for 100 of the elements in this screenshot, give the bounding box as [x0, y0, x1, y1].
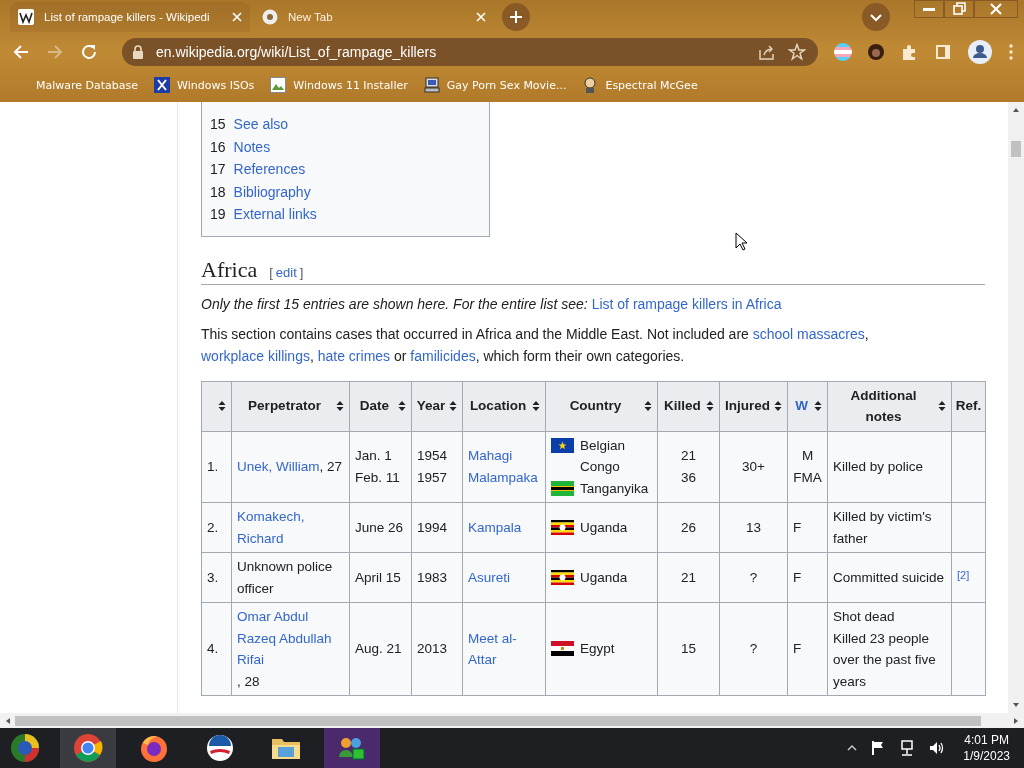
killed-count: 21	[680, 447, 697, 466]
toc-link[interactable]: References	[233, 158, 306, 181]
network-icon[interactable]	[899, 740, 916, 756]
browser-tab[interactable]: List of rampage killers - Wikipedi	[10, 2, 250, 32]
column-header[interactable]: Location	[462, 381, 546, 431]
toc-link[interactable]: Notes	[233, 135, 271, 158]
injured-count: 13	[746, 519, 761, 535]
article-link[interactable]: hate crimes	[317, 347, 391, 364]
chevron-up-icon[interactable]	[847, 744, 858, 752]
killed-count: 36	[680, 468, 697, 487]
person-icon	[582, 77, 599, 93]
notes-text: Committed suicide	[833, 568, 946, 587]
down-arrow-icon[interactable]	[1012, 702, 1020, 708]
toc-number: 19	[210, 205, 226, 224]
row-number: 1.	[207, 459, 219, 474]
column-header[interactable]: W	[787, 381, 828, 431]
country-name: Belgian Congo	[580, 436, 627, 476]
volume-icon[interactable]	[929, 740, 946, 756]
browser-tab[interactable]: New Tab	[254, 2, 494, 32]
sort-icon[interactable]	[398, 400, 406, 412]
hatnote-text: Only the first 15 entries are shown here. For the entire list see:	[201, 295, 588, 312]
reload-icon[interactable]	[80, 43, 98, 61]
toc-number: 16	[210, 137, 226, 157]
perpetrator-link[interactable]: Unek, William	[237, 456, 320, 478]
vertical-scrollbar[interactable]	[1008, 102, 1024, 713]
clock-date: 1/9/2023	[963, 748, 1010, 764]
bracket: [	[269, 264, 273, 280]
taskbar-app[interactable]	[60, 728, 116, 768]
sort-icon[interactable]	[774, 400, 782, 412]
toc-link[interactable]: Bibliography	[233, 180, 311, 203]
firefox-icon	[139, 733, 169, 763]
location-link[interactable]: Malampaka	[468, 466, 538, 489]
bookmark[interactable]: Windows ISOs	[154, 77, 255, 93]
share-icon[interactable]	[758, 44, 776, 60]
killed-count: 26	[680, 518, 697, 537]
notes-text: Killed by victim's father	[833, 508, 933, 548]
column-header[interactable]: Year	[411, 381, 463, 431]
sort-icon[interactable]	[336, 400, 344, 412]
bookmark[interactable]: Espectral McGee	[582, 77, 698, 93]
menu-icon[interactable]	[1008, 43, 1014, 61]
section-heading: Africa	[201, 256, 258, 283]
minimize-icon[interactable]	[914, 0, 944, 18]
article-link[interactable]: school massacres	[752, 325, 865, 342]
column-header[interactable]: Ref.	[951, 381, 986, 431]
striped-circle-icon[interactable]	[834, 43, 852, 61]
notes-text: Killed 23 people over the past five years	[833, 629, 937, 691]
toc-link[interactable]: See also	[233, 113, 289, 136]
left-arrow-icon[interactable]	[5, 716, 11, 725]
side-panel-icon[interactable]	[934, 43, 952, 61]
toc-link[interactable]: External links	[233, 203, 317, 226]
star-icon[interactable]	[788, 43, 806, 61]
horizontal-scrollbar[interactable]	[0, 713, 1024, 728]
sort-icon[interactable]	[706, 400, 714, 412]
sort-icon[interactable]	[814, 400, 822, 412]
up-arrow-icon[interactable]	[1012, 107, 1020, 113]
date-text: Jan. 1	[355, 447, 393, 466]
column-header[interactable]: Killed	[657, 381, 720, 431]
sort-icon[interactable]	[218, 400, 226, 412]
profile-icon[interactable]	[968, 40, 992, 64]
address-bar[interactable]: en.wikipedia.org/wiki/List_of_rampage_killers	[122, 38, 818, 66]
column-header[interactable]: Injured	[719, 381, 788, 431]
column-header[interactable]: Additional notes	[827, 381, 952, 431]
injured-count: ?	[749, 641, 758, 657]
column-header[interactable]: Date	[349, 381, 412, 431]
country-name: Egypt	[580, 640, 615, 659]
back-arrow-icon[interactable]	[12, 43, 30, 61]
year-text: 1994	[417, 518, 449, 537]
row-number: 2.	[207, 519, 219, 535]
sort-icon[interactable]	[449, 400, 458, 412]
bookmark[interactable]: Malware Database	[36, 78, 139, 92]
new-tab-icon[interactable]	[502, 3, 530, 31]
flag-icon	[551, 480, 574, 496]
restore-icon[interactable]	[944, 0, 974, 18]
right-arrow-icon[interactable]	[1013, 716, 1019, 725]
article-link[interactable]: familicides	[410, 347, 476, 364]
reference-link[interactable]: [2]	[957, 568, 970, 581]
edit-link[interactable]: edit	[275, 264, 297, 280]
flag-icon[interactable]	[871, 740, 886, 756]
sort-icon[interactable]	[644, 400, 652, 412]
perpetrator-link[interactable]: Omar Abdul Razeq Abdullah Rifai	[237, 606, 344, 671]
column-header[interactable]: Country	[545, 381, 658, 431]
mouse-cursor-icon	[735, 232, 747, 251]
article-link[interactable]: workplace killings	[201, 347, 310, 364]
perpetrator-text: , 28	[237, 673, 260, 689]
close-icon[interactable]	[974, 0, 1018, 18]
chevron-down-icon[interactable]	[862, 3, 890, 31]
puzzle-icon[interactable]	[900, 43, 918, 61]
sort-icon[interactable]	[532, 400, 540, 412]
weapon-code: F	[793, 640, 803, 659]
clock[interactable]: 4:01 PM 1/9/2023	[963, 732, 1010, 764]
sort-icon[interactable]	[938, 400, 946, 412]
column-header[interactable]: Perpetrator	[231, 381, 350, 431]
bookmark[interactable]: Windows 11 Installer	[270, 77, 408, 93]
list-link[interactable]: List of rampage killers in Africa	[591, 295, 782, 312]
weapon-code: F	[793, 518, 803, 537]
avatar-icon[interactable]	[868, 44, 884, 60]
scrollbar-thumb[interactable]	[1011, 141, 1021, 157]
scrollbar-thumb[interactable]	[15, 715, 981, 726]
location-link[interactable]: Mahagi	[468, 445, 513, 467]
bookmark[interactable]: Gay Porn Sex Movie...	[423, 77, 567, 93]
